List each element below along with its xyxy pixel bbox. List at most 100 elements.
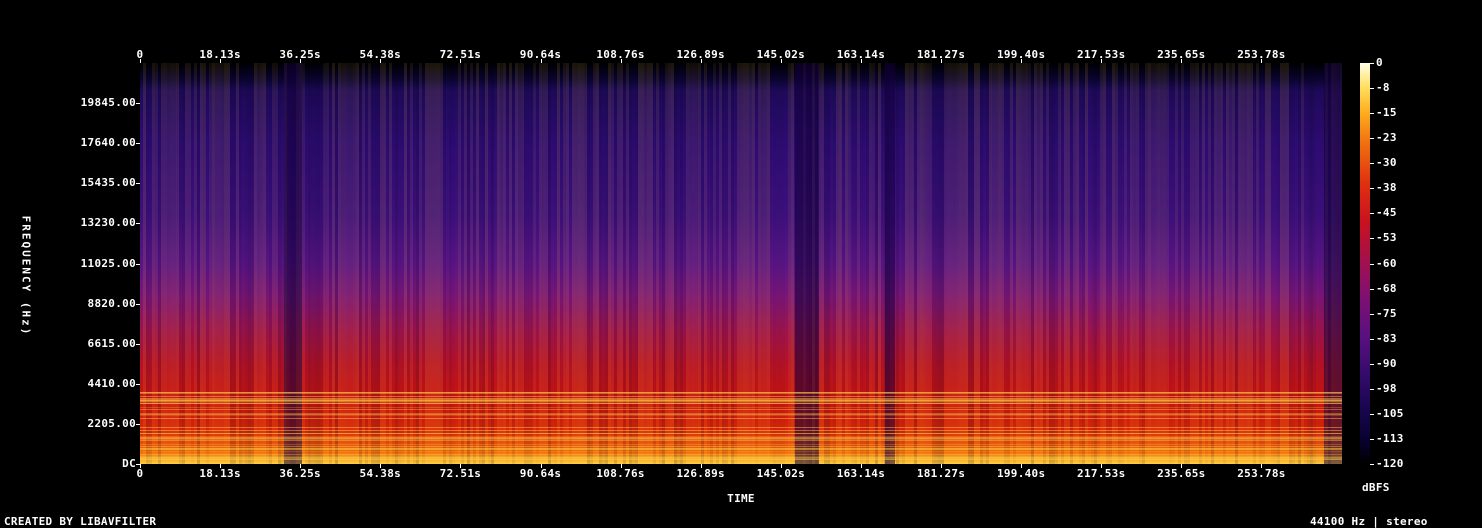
x-tick-mark: [941, 59, 943, 63]
x-tick-mark: [700, 59, 702, 63]
y-tick-label: 11025.00: [80, 256, 136, 270]
x-tick-label-bottom: 36.25s: [279, 467, 321, 480]
x-tick-label-bottom: 90.64s: [519, 467, 562, 480]
x-tick-label-bottom: 253.78s: [1237, 467, 1286, 480]
x-tick-mark: [1261, 59, 1263, 63]
colorbar-tick-label: -30: [1376, 156, 1397, 170]
colorbar-tick-mark: [1370, 464, 1374, 465]
x-tick-mark: [620, 59, 622, 63]
y-tick-label: 13230.00: [80, 216, 136, 230]
colorbar-tick-mark: [1370, 63, 1374, 64]
colorbar-tick-mark: [1370, 388, 1374, 390]
colorbar-tick-mark: [1370, 288, 1374, 290]
x-tick-mark: [300, 464, 302, 468]
x-tick-mark: [1021, 464, 1023, 468]
x-tick-mark: [460, 59, 462, 63]
spectrogram-harmonic: [140, 417, 1342, 419]
colorbar: [1360, 63, 1370, 464]
spectrogram-plot: [140, 63, 1342, 464]
colorbar-tick-mark: [1370, 413, 1374, 415]
colorbar-tick-label: -90: [1376, 356, 1397, 370]
x-tick-label-bottom: 217.53s: [1077, 467, 1126, 480]
y-tick-mark: [136, 464, 140, 465]
x-tick-mark: [860, 464, 862, 468]
spectrogram-harmonic: [140, 443, 1342, 445]
x-tick-mark: [1101, 59, 1103, 63]
spectrogram-harmonic: [140, 415, 1342, 417]
spectrogram-harmonic: [140, 430, 1342, 432]
spectrogram-harmonic: [140, 437, 1342, 439]
x-tick-mark: [1101, 464, 1103, 468]
x-tick-mark: [700, 464, 702, 468]
x-tick-mark: [380, 464, 382, 468]
y-tick-label: DC: [122, 457, 136, 470]
colorbar-tick-label: -68: [1376, 281, 1397, 295]
spectrogram-harmonic: [140, 454, 1342, 456]
x-tick-mark: [540, 59, 542, 63]
spectrogram-harmonic: [140, 407, 1342, 409]
colorbar-tick-label: -75: [1376, 306, 1397, 320]
colorbar-label: dBFS: [1362, 481, 1390, 494]
y-tick-mark: [136, 263, 140, 265]
x-tick-mark: [860, 59, 862, 63]
colorbar-tick-mark: [1370, 313, 1374, 315]
x-tick-label-bottom: 126.89s: [676, 467, 725, 480]
x-tick-mark: [780, 59, 782, 63]
x-tick-mark: [140, 59, 141, 63]
spectrogram-harmonic: [140, 413, 1342, 415]
x-tick-mark: [220, 59, 222, 63]
spectrogram-harmonic: [140, 458, 1342, 460]
x-tick-mark: [1261, 464, 1263, 468]
y-tick-label: 6615.00: [87, 336, 136, 350]
spectrogram-harmonic: [140, 427, 1342, 429]
x-tick-mark: [1181, 464, 1183, 468]
x-tick-label-bottom: 235.65s: [1157, 467, 1206, 480]
y-tick-label: 4410.00: [87, 376, 136, 390]
y-tick-label: 15435.00: [80, 176, 136, 190]
colorbar-tick-label: -105: [1376, 406, 1404, 420]
x-tick-mark: [1021, 59, 1023, 63]
spectrogram-harmonic: [140, 451, 1342, 453]
x-tick-label-bottom: 72.51s: [439, 467, 482, 480]
colorbar-tick-label: -53: [1376, 231, 1397, 245]
y-tick-label: 19845.00: [80, 96, 136, 110]
x-tick-mark: [620, 464, 622, 468]
colorbar-tick-label: -113: [1376, 431, 1404, 445]
colorbar-tick-label: -15: [1376, 106, 1397, 120]
colorbar-tick-mark: [1370, 88, 1374, 90]
colorbar-tick-label: -60: [1376, 256, 1397, 270]
y-tick-mark: [136, 303, 140, 305]
x-tick-label-bottom: 199.40s: [996, 467, 1046, 480]
y-tick-label: 8820.00: [87, 296, 136, 310]
x-tick-label-bottom: 0: [136, 467, 144, 480]
footer-right: 44100 Hz | stereo: [1310, 515, 1428, 528]
x-tick-mark: [220, 464, 222, 468]
x-tick-mark: [941, 464, 943, 468]
x-tick-mark: [540, 464, 542, 468]
y-tick-mark: [136, 423, 140, 425]
colorbar-tick-label: -83: [1376, 331, 1397, 345]
spectrogram-harmonic: [140, 392, 1342, 394]
colorbar-tick-mark: [1370, 238, 1374, 240]
x-tick-label-bottom: 54.38s: [359, 467, 402, 480]
x-tick-mark: [300, 59, 302, 63]
colorbar-tick-mark: [1370, 138, 1374, 140]
x-tick-mark: [140, 464, 141, 468]
x-tick-label-bottom: 163.14s: [836, 467, 886, 480]
colorbar-tick-label: -38: [1376, 181, 1397, 195]
colorbar-tick-label: -120: [1376, 457, 1404, 470]
y-tick-label: 2205.00: [87, 416, 136, 430]
y-tick-label: 17640.00: [80, 136, 136, 150]
y-tick-mark: [136, 223, 140, 225]
colorbar-tick-mark: [1370, 338, 1374, 340]
y-tick-mark: [136, 343, 140, 345]
y-tick-mark: [136, 143, 140, 145]
spectrogram-harmonic: [140, 396, 1342, 398]
x-tick-label-bottom: 181.27s: [916, 467, 966, 480]
y-tick-mark: [136, 183, 140, 185]
x-tick-label-bottom: 18.13s: [199, 467, 241, 480]
x-tick-mark: [780, 464, 782, 468]
x-tick-mark: [1181, 59, 1183, 63]
colorbar-tick-label: -45: [1376, 206, 1397, 220]
y-tick-mark: [136, 103, 140, 105]
